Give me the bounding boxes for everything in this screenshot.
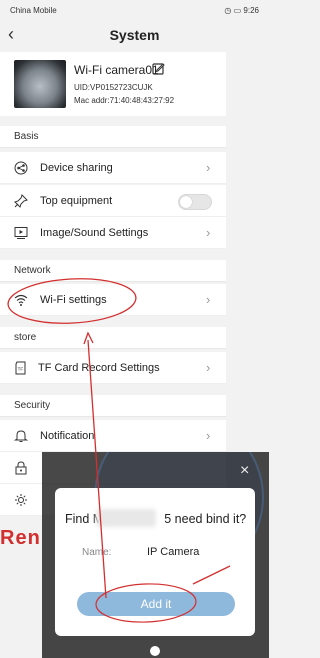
- dialog-message-suffix: 5 need bind it?: [164, 512, 247, 526]
- annotation-text: Ren: [0, 527, 41, 549]
- battery-icon: ▭: [233, 5, 242, 15]
- lock-icon: [15, 461, 27, 475]
- blurred-id-mask: [96, 509, 156, 527]
- wifi-settings-label: Wi-Fi settings: [40, 294, 107, 306]
- edit-icon[interactable]: [152, 62, 165, 75]
- top-equipment-row: Top equipment: [0, 185, 226, 217]
- device-mac: Mac addr:71:40:48:43:27:92: [74, 96, 175, 105]
- tf-card-label: TF Card Record Settings: [38, 362, 160, 374]
- share-icon: [14, 161, 28, 175]
- chevron-right-icon: ›: [206, 225, 211, 240]
- dialog-name-value: IP Camera: [147, 546, 200, 558]
- top-equipment-toggle[interactable]: [178, 194, 212, 210]
- bell-icon: [14, 430, 28, 442]
- image-sound-row[interactable]: Image/Sound Settings ›: [0, 217, 226, 249]
- section-security: Security: [0, 395, 226, 417]
- status-time: ◷ ▭ 9:26: [224, 6, 259, 15]
- notification-label: Notification: [40, 430, 95, 442]
- device-sharing-row[interactable]: Device sharing ›: [0, 152, 226, 184]
- back-icon[interactable]: ‹: [8, 24, 14, 45]
- close-icon[interactable]: ×: [240, 462, 249, 480]
- add-it-button[interactable]: Add it: [77, 592, 235, 616]
- alarm-icon: ◷: [224, 5, 232, 15]
- chevron-right-icon: ›: [206, 160, 211, 175]
- dialog-name-label: Name:: [82, 547, 112, 558]
- monitor-play-icon: [14, 227, 28, 239]
- sd-card-icon: TF: [15, 361, 26, 375]
- svg-text:TF: TF: [18, 367, 24, 372]
- carrier-label: China Mobile: [10, 5, 57, 15]
- tf-card-row[interactable]: TF TF Card Record Settings ›: [0, 352, 226, 384]
- image-sound-label: Image/Sound Settings: [40, 227, 149, 239]
- pin-icon: [14, 194, 28, 208]
- nav-bar: ‹ System: [0, 20, 269, 50]
- device-uid: UID:VP0152723CUJK: [74, 83, 153, 92]
- chevron-right-icon: ›: [206, 428, 211, 443]
- top-equipment-label: Top equipment: [40, 195, 113, 207]
- brightness-icon: [15, 494, 27, 506]
- section-store: store: [0, 327, 226, 349]
- chevron-right-icon: ›: [206, 360, 211, 375]
- chevron-right-icon: ›: [206, 292, 211, 307]
- page-title: System: [109, 27, 160, 43]
- clock: 9:26: [243, 5, 259, 15]
- home-indicator: [150, 646, 160, 656]
- section-basis: Basis: [0, 126, 226, 148]
- notification-row[interactable]: Notification ›: [0, 420, 226, 452]
- wifi-icon: [14, 294, 28, 306]
- wifi-settings-row[interactable]: Wi-Fi settings ›: [0, 284, 226, 316]
- section-network: Network: [0, 260, 226, 282]
- status-bar: China Mobile ◷ ▭ 9:26: [0, 0, 269, 20]
- device-name: Wi-Fi camera01: [74, 63, 159, 77]
- camera-thumbnail: [14, 60, 66, 108]
- device-sharing-label: Device sharing: [40, 162, 113, 174]
- bind-device-dialog: Find MC 5 need bind it? Name: IP Camera A…: [55, 488, 255, 636]
- device-card: Wi-Fi camera01 UID:VP0152723CUJK Mac add…: [0, 52, 226, 116]
